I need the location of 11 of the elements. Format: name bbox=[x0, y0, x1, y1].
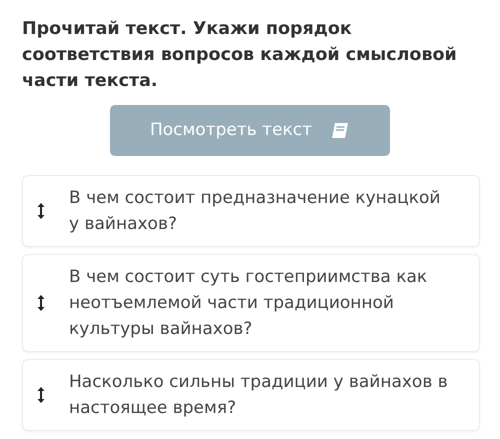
book-icon bbox=[330, 122, 350, 140]
drag-handle-icon bbox=[37, 386, 45, 404]
question-card[interactable]: Насколько сильны традиции у вайнахов в настоящее время? bbox=[22, 359, 480, 431]
question-text: В чем состоит суть гостеприимства как неотъемлемой части традиционной культуры вайнахов? bbox=[69, 266, 428, 341]
instruction-text: Прочитай текст. Укажи порядок соответствия вопросов каждой смысловой части текста. bbox=[22, 18, 458, 93]
question-card[interactable]: В чем состоит суть гостеприимства как неотъемлемой части традиционной культуры вайнахов? bbox=[22, 254, 480, 352]
drag-handle-icon bbox=[37, 202, 45, 220]
drag-handle-icon bbox=[37, 294, 45, 312]
question-card[interactable]: В чем состоит предназначение кунацкой у вайнахов? bbox=[22, 175, 480, 247]
question-text: В чем состоит предназначение кунацкой у вайнахов? bbox=[69, 187, 442, 236]
question-text: Насколько сильны традиции у вайнахов в настоящее время? bbox=[69, 371, 449, 420]
